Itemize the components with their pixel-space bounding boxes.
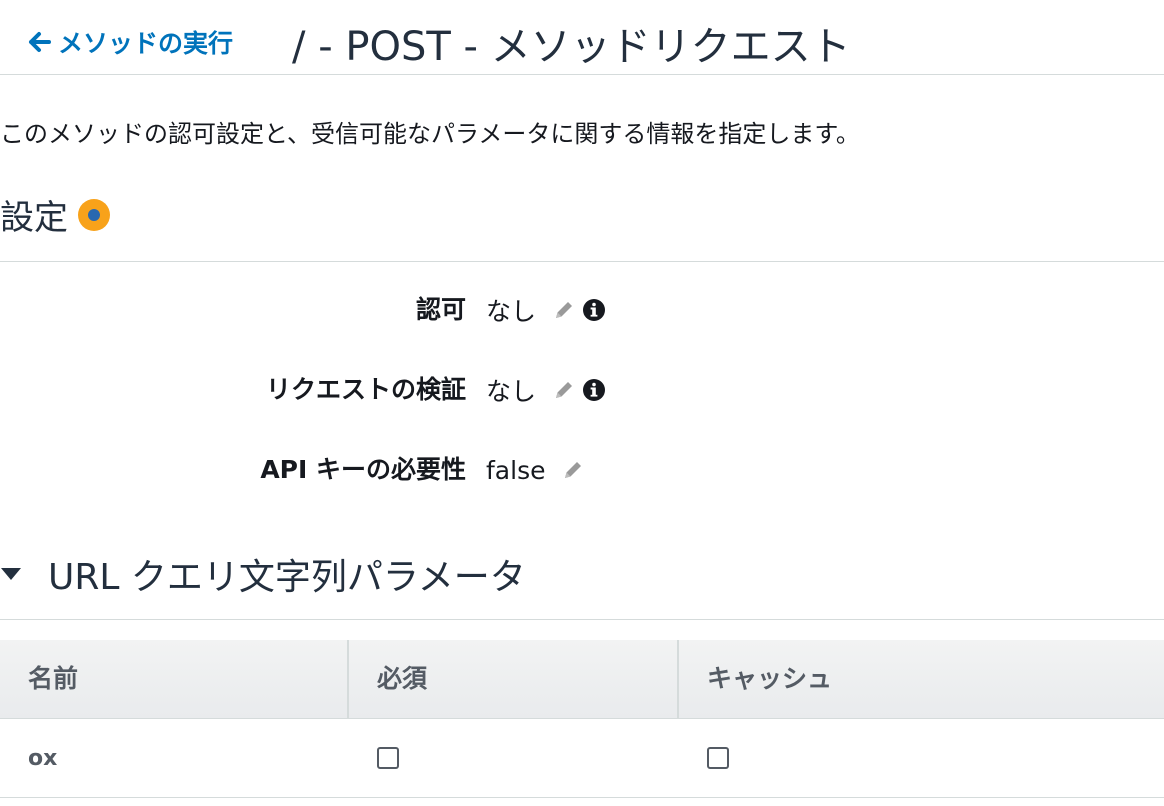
param-name: ox [28,745,58,771]
setting-row-authorization: 認可 なし [0,290,1164,330]
setting-label: API キーの必要性 [260,455,466,484]
back-to-method-execution-link[interactable]: メソッドの実行 [28,24,233,60]
setting-value-container: false [486,450,585,490]
query-params-toggle[interactable]: URL クエリ文字列パラメータ [0,548,526,600]
required-cell [349,719,679,797]
arrow-left-icon [29,32,51,52]
column-header-name[interactable]: 名前 [0,640,347,718]
query-params-table: 名前 必須 キャッシュ ox [0,640,1164,798]
query-params-divider [0,619,1164,620]
back-link-label: メソッドの実行 [58,29,234,58]
required-checkbox[interactable] [377,747,399,769]
page-title: / - POST - メソッドリクエスト [292,24,851,70]
setting-label: 認可 [415,295,466,324]
caching-cell [679,719,1164,797]
settings-title-text: 設定 [0,198,68,238]
setting-row-api-key-required: API キーの必要性 false [0,450,1164,490]
info-icon[interactable] [582,298,606,322]
settings-divider [0,261,1164,262]
page-header: メソッドの実行 / - POST - メソッドリクエスト [0,0,1164,75]
setting-value: なし [486,377,537,406]
caret-down-icon [1,568,21,580]
table-row: ox [0,719,1164,798]
column-header-required[interactable]: 必須 [347,640,677,718]
pencil-icon[interactable] [552,378,576,402]
query-params-title: URL クエリ文字列パラメータ [48,557,526,598]
setting-value-container: なし [486,290,606,330]
column-header-caching[interactable]: キャッシュ [677,640,1164,718]
setting-label: リクエストの検証 [265,375,466,404]
settings-section-title: 設定 [0,190,110,239]
setting-value-container: なし [486,370,606,410]
status-dot-icon [78,198,110,231]
caching-checkbox[interactable] [707,747,729,769]
setting-row-request-validator: リクエストの検証 なし [0,370,1164,410]
info-icon[interactable] [582,378,606,402]
pencil-icon[interactable] [552,298,576,322]
setting-value: false [486,455,546,485]
table-header: 名前 必須 キャッシュ [0,640,1164,719]
pencil-icon[interactable] [561,458,585,482]
setting-value: なし [486,297,537,326]
page-description: このメソッドの認可設定と、受信可能なパラメータに関する情報を指定します。 [0,120,860,148]
method-request-page: メソッドの実行 / - POST - メソッドリクエスト このメソッドの認可設定… [0,0,1164,806]
